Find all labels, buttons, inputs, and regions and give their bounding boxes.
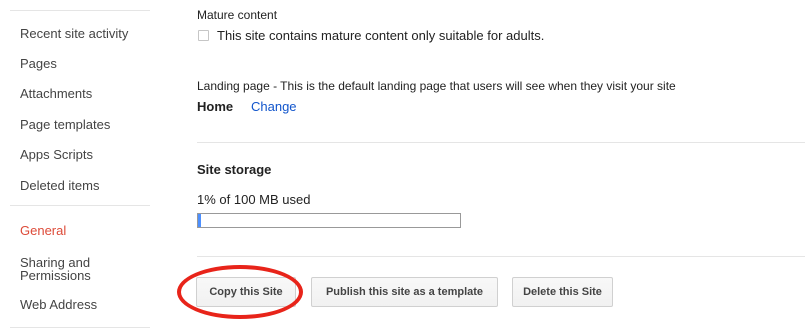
mature-content-checkbox-label[interactable]: This site contains mature content only s… xyxy=(217,29,544,43)
section-divider xyxy=(197,256,805,257)
sidebar-item-recent-activity[interactable]: Recent site activity xyxy=(20,27,128,40)
copy-site-button[interactable]: Copy this Site xyxy=(196,277,296,307)
mature-content-checkbox[interactable] xyxy=(198,30,209,41)
sidebar-item-deleted-items[interactable]: Deleted items xyxy=(20,179,99,192)
site-storage-heading: Site storage xyxy=(197,162,272,177)
publish-as-template-button[interactable]: Publish this site as a template xyxy=(311,277,498,307)
sidebar-item-apps-scripts[interactable]: Apps Scripts xyxy=(20,148,93,161)
mature-content-heading: Mature content xyxy=(197,8,278,22)
sidebar-item-sharing-permissions[interactable]: Sharing and Permissions xyxy=(20,256,91,282)
sidebar-item-web-address[interactable]: Web Address xyxy=(20,298,97,311)
sidebar-divider xyxy=(10,205,150,206)
section-divider xyxy=(197,142,805,143)
landing-page-description: Landing page - This is the default landi… xyxy=(197,79,676,93)
landing-page-current: Home xyxy=(197,99,234,114)
sidebar-item-attachments[interactable]: Attachments xyxy=(20,87,92,100)
site-storage-bar xyxy=(197,213,461,228)
sidebar-item-page-templates[interactable]: Page templates xyxy=(20,118,110,131)
sidebar-item-general[interactable]: General xyxy=(20,224,66,237)
sidebar-item-label-line2: Permissions xyxy=(20,268,91,283)
sidebar-divider xyxy=(10,327,150,328)
landing-page-change-link[interactable]: Change xyxy=(251,100,297,114)
sidebar-item-pages[interactable]: Pages xyxy=(20,57,57,70)
sidebar-divider xyxy=(10,10,150,11)
sidebar-nav: Recent site activity Pages Attachments P… xyxy=(0,0,150,331)
site-storage-bar-fill xyxy=(198,214,201,227)
site-storage-usage: 1% of 100 MB used xyxy=(197,192,311,207)
delete-site-button[interactable]: Delete this Site xyxy=(512,277,613,307)
